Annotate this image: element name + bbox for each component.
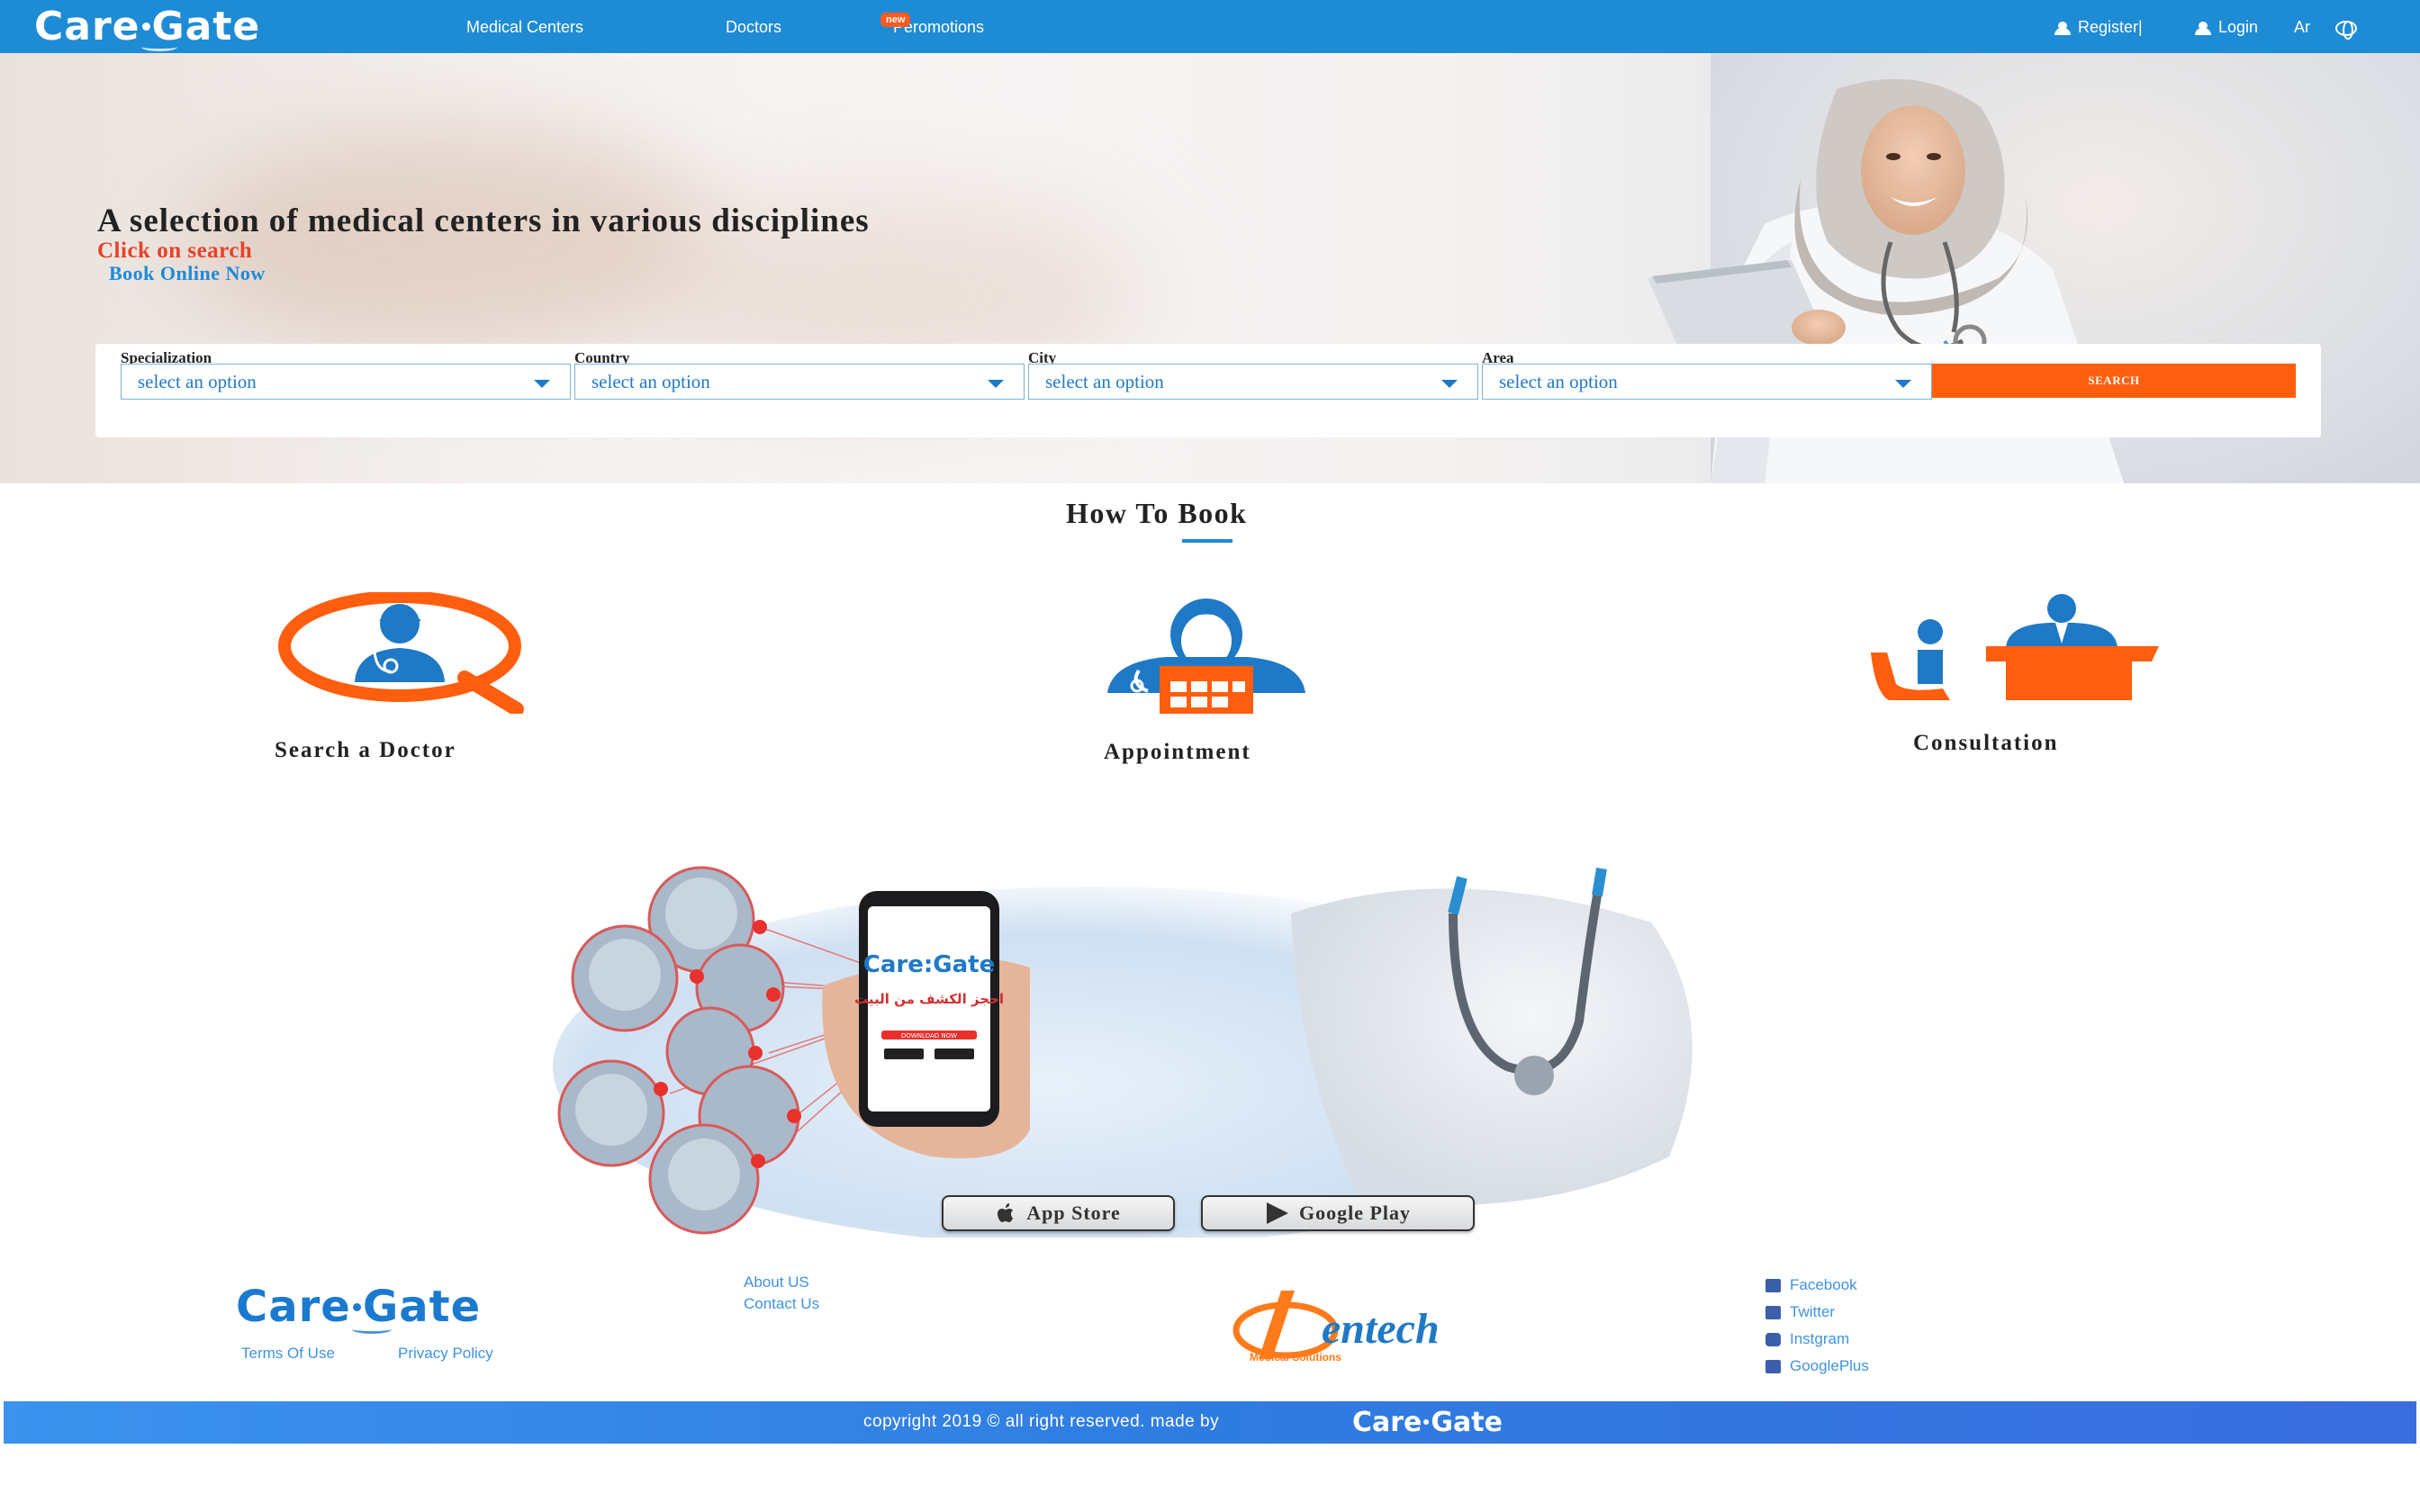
user-icon	[2193, 21, 2213, 35]
svg-text:Care:Gate: Care:Gate	[863, 951, 995, 978]
contact-link[interactable]: Contact Us	[744, 1295, 819, 1313]
terms-link[interactable]: Terms Of Use	[241, 1345, 335, 1363]
chevron-down-icon	[988, 380, 1004, 388]
chevron-down-icon	[1441, 380, 1458, 388]
arabic-promo-text: احجز الكشف من البيت	[854, 991, 1004, 1007]
dentech-logo: entech Medical Solutions	[1233, 1291, 1440, 1363]
area-select[interactable]: select an option	[1482, 364, 1932, 400]
about-link[interactable]: About US	[744, 1274, 809, 1292]
nav-medical-centers[interactable]: Medical Centers	[466, 18, 583, 37]
top-navbar: Care Gate Medical Centers Doctors Peromot…	[0, 0, 2420, 53]
consultation-icon	[1871, 594, 2159, 700]
app-store-button[interactable]: App Store	[942, 1195, 1175, 1231]
google-play-icon	[1266, 1202, 1288, 1224]
google-play-button[interactable]: Google Play	[1201, 1195, 1475, 1231]
copyright-text: copyright 2019 © all right reserved. mad…	[863, 1412, 1220, 1431]
svg-text:entech: entech	[1322, 1305, 1440, 1353]
instagram-icon	[1765, 1332, 1781, 1346]
facebook-icon	[1765, 1278, 1781, 1292]
step-search-doctor: Search a Doctor	[275, 738, 456, 762]
specialization-select[interactable]: select an option	[121, 364, 571, 400]
appointment-icon	[1107, 598, 1305, 714]
footer-logo[interactable]: Care Gate	[236, 1282, 481, 1334]
step-appointment: Appointment	[1104, 740, 1251, 764]
hero-book-text: Book Online Now	[109, 262, 266, 284]
city-select[interactable]: select an option	[1028, 364, 1478, 400]
privacy-link[interactable]: Privacy Policy	[398, 1345, 493, 1363]
twitter-link[interactable]: Twitter	[1765, 1303, 1835, 1321]
googleplus-link[interactable]: GooglePlus	[1765, 1357, 1869, 1375]
google-plus-icon	[1765, 1359, 1781, 1373]
globe-icon[interactable]	[2335, 21, 2357, 40]
how-to-book-title: How To Book	[1066, 497, 1248, 529]
brand-logo[interactable]: Care Gate	[34, 4, 260, 51]
chevron-down-icon	[1895, 380, 1911, 388]
search-button[interactable]: SEARCH	[1932, 364, 2296, 398]
apple-icon	[998, 1203, 1014, 1222]
hero-click-text: Click on search	[97, 238, 253, 263]
new-badge: new	[880, 13, 911, 27]
copyright-logo: Care Gate	[1352, 1406, 1503, 1438]
nav-doctors[interactable]: Doctors	[726, 18, 781, 37]
twitter-icon	[1765, 1305, 1781, 1319]
app-promo-banner: Care:Gate احجز الكشف من البيت DOWNLOAD N…	[553, 866, 1693, 1238]
hero-banner: A selection of medical centers in variou…	[0, 53, 2420, 483]
copyright-bar: copyright 2019 © all right reserved. mad…	[4, 1401, 2416, 1444]
language-switch[interactable]: Ar	[2294, 18, 2310, 37]
user-icon	[2053, 21, 2072, 35]
svg-text:Medical Solutions: Medical Solutions	[1250, 1351, 1341, 1363]
hero-title: A selection of medical centers in variou…	[97, 202, 870, 239]
download-now-text: DOWNLOAD NOW	[901, 1032, 957, 1040]
step-consultation: Consultation	[1913, 731, 2059, 755]
chevron-down-icon	[534, 380, 550, 388]
title-underline	[1182, 539, 1233, 543]
instagram-link[interactable]: Instgram	[1765, 1330, 1849, 1348]
search-doctor-icon	[278, 592, 524, 714]
register-link[interactable]: Register|	[2053, 18, 2143, 37]
country-select[interactable]: select an option	[574, 364, 1025, 400]
facebook-link[interactable]: Facebook	[1765, 1276, 1857, 1294]
login-link[interactable]: Login	[2193, 18, 2258, 37]
search-form: Specialization select an option Country …	[95, 344, 2321, 437]
